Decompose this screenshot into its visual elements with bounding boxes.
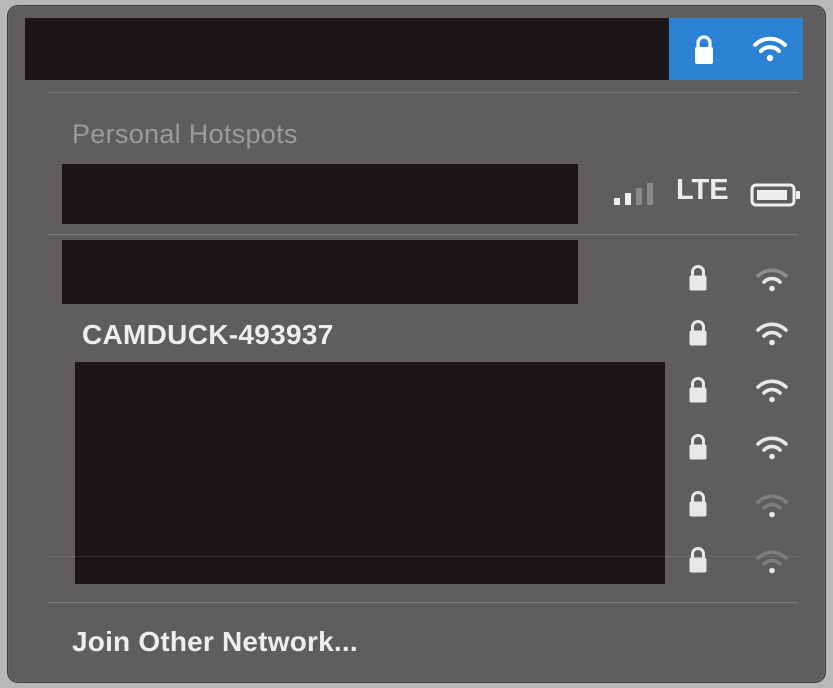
separator xyxy=(48,556,798,557)
hotspot-item-name[interactable] xyxy=(62,164,578,224)
wifi-icon xyxy=(753,36,787,62)
lock-icon xyxy=(689,265,707,291)
current-network-row[interactable] xyxy=(25,18,803,80)
separator xyxy=(48,92,798,93)
lock-icon xyxy=(689,491,707,517)
wifi-weak-icon xyxy=(756,268,788,292)
separator xyxy=(48,234,798,235)
lock-icon xyxy=(689,320,707,346)
join-other-network-item[interactable]: Join Other Network... xyxy=(72,626,358,658)
lock-icon xyxy=(689,377,707,403)
wifi-strong-icon xyxy=(756,379,788,403)
wifi-strong-icon xyxy=(756,436,788,460)
wifi-strong-icon xyxy=(756,322,788,346)
lock-icon xyxy=(689,547,707,573)
cellular-signal-icon xyxy=(614,183,653,205)
lock-icon xyxy=(689,434,707,460)
network-list-redaction[interactable] xyxy=(75,362,665,584)
wifi-weak-icon xyxy=(756,550,788,574)
hotspots-section-title: Personal Hotspots xyxy=(72,119,298,149)
separator xyxy=(48,602,798,603)
wifi-menu: Personal Hotspots LTE CAMDUCK-493937 Joi… xyxy=(8,6,825,682)
battery-icon xyxy=(750,183,800,207)
network-type-label: LTE xyxy=(676,174,729,206)
network-item-name[interactable] xyxy=(62,240,578,304)
wifi-weak-icon xyxy=(756,494,788,518)
selected-network-highlight xyxy=(669,18,803,80)
lock-icon xyxy=(695,35,713,64)
network-item-name[interactable]: CAMDUCK-493937 xyxy=(82,319,334,351)
